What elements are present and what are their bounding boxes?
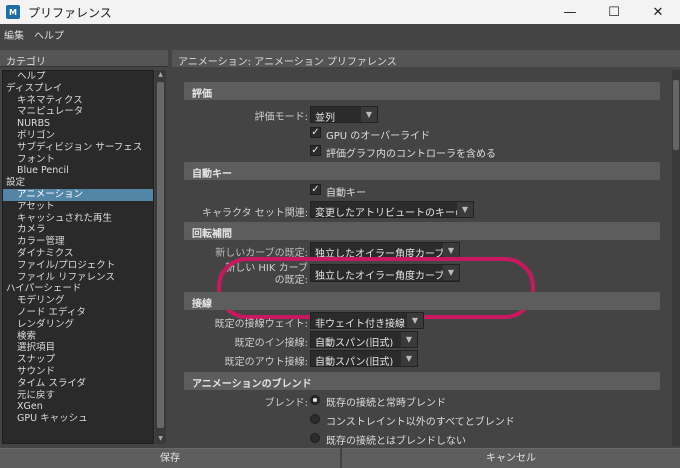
category-item[interactable]: ファイル リファレンス — [3, 272, 153, 284]
menu-help[interactable]: ヘルプ — [34, 27, 64, 42]
category-item[interactable]: 元に戻す — [3, 390, 153, 402]
autokey-label: 自動キー — [326, 188, 366, 199]
scroll-up-icon[interactable]: ▲ — [155, 70, 166, 80]
char-set-value: 変更したアトリビュートのキーのみ — [315, 208, 474, 218]
blend-radio-never[interactable] — [310, 433, 320, 443]
in-tangent-dropdown[interactable]: 自動スパン(旧式) ▼ — [310, 331, 418, 348]
blend-radio-except-constraints[interactable] — [310, 414, 320, 424]
autokey-checkbox[interactable]: ✓ — [310, 184, 321, 195]
out-tangent-dropdown[interactable]: 自動スパン(旧式) ▼ — [310, 350, 418, 367]
category-item[interactable]: ダイナミクス — [3, 248, 153, 260]
tangent-weight-label: 既定の接線ウェイト: — [214, 319, 308, 330]
menu-bar: 編集 ヘルプ — [0, 24, 680, 44]
category-item[interactable]: NURBS — [3, 118, 153, 130]
category-scrollbar[interactable]: ▲ ▼ — [155, 70, 166, 444]
save-button[interactable]: 保存 — [0, 448, 340, 468]
title-bar: M プリファレンス — ☐ ✕ — [0, 0, 680, 24]
category-item[interactable]: 選択項目 — [3, 342, 153, 354]
preferences-body: 評価 評価モード: 並列 ▼ ✓ GPU のオーバーライド ✓ 評価グラフ内のコ… — [172, 70, 672, 446]
category-item[interactable]: アニメーション — [3, 188, 153, 201]
out-tangent-value: 自動スパン(旧式) — [315, 357, 394, 367]
category-item[interactable]: 検索 — [3, 331, 153, 343]
category-item[interactable]: タイム スライダ — [3, 378, 153, 390]
eval-mode-dropdown[interactable]: 並列 ▼ — [310, 106, 378, 123]
category-item[interactable]: ディスプレイ — [3, 83, 153, 95]
dropdown-arrow-icon: ▼ — [361, 107, 377, 122]
char-set-dropdown[interactable]: 変更したアトリビュートのキーのみ ▼ — [310, 201, 474, 218]
section-evaluation[interactable]: 評価 — [184, 82, 660, 100]
maya-app-icon: M — [6, 5, 20, 19]
dropdown-arrow-icon: ▼ — [401, 351, 417, 366]
category-item[interactable]: アセット — [3, 201, 153, 213]
cancel-button[interactable]: キャンセル — [342, 448, 680, 468]
preferences-scroll-thumb[interactable] — [673, 80, 679, 150]
category-item[interactable]: モデリング — [3, 295, 153, 307]
category-item[interactable]: XGen — [3, 401, 153, 413]
section-tangents[interactable]: 接線 — [184, 292, 660, 310]
blend-option-never: 既存の接続とはブレンドしない — [326, 436, 466, 446]
section-autokey[interactable]: 自動キー — [184, 162, 660, 180]
category-item[interactable]: 設定 — [3, 177, 153, 189]
close-button[interactable]: ✕ — [636, 0, 680, 24]
eval-mode-label: 評価モード: — [254, 112, 308, 123]
in-tangent-value: 自動スパン(旧式) — [315, 338, 394, 348]
category-list[interactable]: ヘルプ ディスプレイ キネマティクス マニピュレータ NURBS ポリゴン サブディビジョン… — [2, 70, 154, 444]
char-set-label: キャラクタ セット関連: — [202, 208, 309, 219]
category-item[interactable]: ヘルプ — [3, 71, 153, 83]
blend-radio-always[interactable] — [310, 395, 320, 405]
category-item[interactable]: キャッシュされた再生 — [3, 213, 153, 225]
category-header: カテゴリ — [0, 50, 168, 68]
category-item[interactable]: レンダリング — [3, 319, 153, 331]
tangent-weight-value: 非ウェイト付き接線 — [315, 319, 405, 329]
dropdown-arrow-icon: ▼ — [443, 243, 459, 258]
category-item[interactable]: ポリゴン — [3, 130, 153, 142]
minimize-button[interactable]: — — [548, 0, 592, 24]
category-item[interactable]: カメラ — [3, 224, 153, 236]
dropdown-arrow-icon: ▼ — [407, 313, 423, 328]
category-item[interactable]: カラー管理 — [3, 236, 153, 248]
menu-edit[interactable]: 編集 — [4, 27, 24, 42]
gpu-override-label: GPU のオーバーライド — [326, 131, 431, 142]
tangent-weight-dropdown[interactable]: 非ウェイト付き接線 ▼ — [310, 312, 424, 329]
category-item[interactable]: サブディビジョン サーフェス — [3, 142, 153, 154]
preferences-header: アニメーション: アニメーション プリファレンス — [172, 50, 680, 68]
category-item[interactable]: サウンド — [3, 366, 153, 378]
section-rotation[interactable]: 回転補間 — [184, 222, 660, 240]
category-item[interactable]: GPU キャッシュ — [3, 413, 153, 425]
section-anim-blend[interactable]: アニメーションのブレンド — [184, 372, 660, 390]
dropdown-arrow-icon: ▼ — [401, 332, 417, 347]
category-panel: カテゴリ ヘルプ ディスプレイ キネマティクス マニピュレータ NURBS ポリゴン サブデ… — [0, 50, 168, 446]
graph-controllers-label: 評価グラフ内のコントローラを含める — [326, 149, 496, 160]
gpu-override-checkbox[interactable]: ✓ — [310, 127, 321, 138]
category-item[interactable]: キネマティクス — [3, 95, 153, 107]
category-item[interactable]: ハイパーシェード — [3, 283, 153, 295]
preferences-scrollbar[interactable] — [672, 70, 680, 446]
category-item[interactable]: Blue Pencil — [3, 165, 153, 177]
category-item[interactable]: スナップ — [3, 354, 153, 366]
out-tangent-label: 既定のアウト接線: — [224, 357, 308, 368]
blend-option-except-constraints: コンストレイント以外のすべてとブレンド — [326, 417, 515, 428]
blend-option-always: 既存の接続と常時ブレンド — [326, 398, 446, 409]
category-item[interactable]: フォント — [3, 154, 153, 166]
dropdown-arrow-icon: ▼ — [457, 202, 473, 217]
category-item[interactable]: ファイル/プロジェクト — [3, 260, 153, 272]
in-tangent-label: 既定のイン接線: — [234, 338, 308, 349]
preferences-panel: アニメーション: アニメーション プリファレンス 評価 評価モード: 並列 ▼ … — [172, 50, 680, 446]
category-item[interactable]: マニピュレータ — [3, 106, 153, 118]
eval-mode-value: 並列 — [315, 113, 335, 123]
blend-label: ブレンド: — [264, 398, 308, 409]
category-item[interactable]: ノード エディタ — [3, 307, 153, 319]
maximize-button[interactable]: ☐ — [592, 0, 636, 24]
window-title: プリファレンス — [28, 5, 112, 20]
graph-controllers-checkbox[interactable]: ✓ — [310, 145, 321, 156]
scroll-thumb[interactable] — [157, 82, 164, 428]
scroll-down-icon[interactable]: ▼ — [155, 434, 166, 444]
